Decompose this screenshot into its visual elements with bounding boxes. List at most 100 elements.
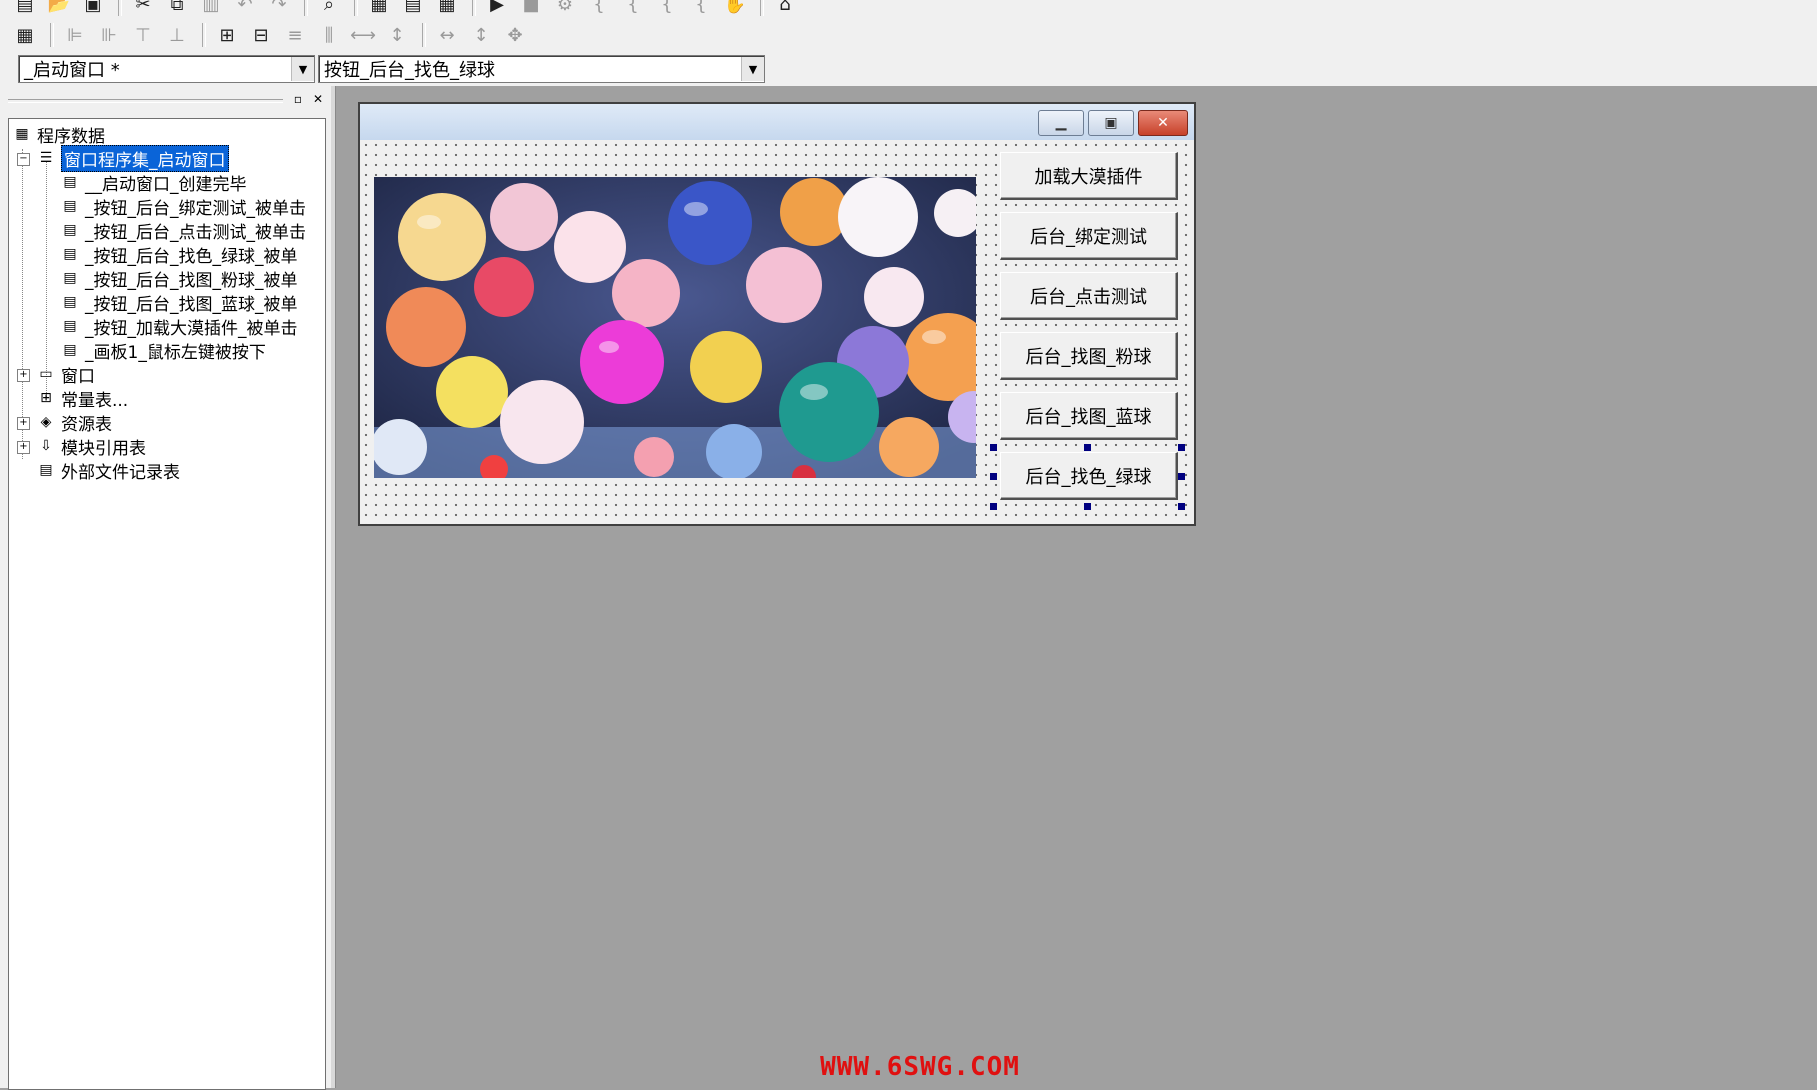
close-icon[interactable]: ✕	[1138, 110, 1188, 136]
watermark-text: WWW.6SWG.COM	[820, 1052, 1020, 1082]
subroutine-icon: ▤	[63, 270, 77, 286]
align-bottom-icon[interactable]: ⊥	[162, 22, 192, 48]
object-combo-value: _启动窗口 *	[24, 60, 120, 81]
paste-icon[interactable]: ▥	[196, 0, 226, 17]
maximize-icon[interactable]: ▣	[1088, 110, 1134, 136]
object-combo[interactable]: _启动窗口 * ▼	[18, 55, 315, 83]
expand-icon[interactable]: +	[17, 369, 30, 382]
same-size-icon[interactable]: ✥	[500, 22, 530, 48]
tree-item-sub[interactable]: ▤ _画板1_鼠标左键被按下	[59, 339, 265, 363]
picture-board-balloons[interactable]	[374, 177, 976, 478]
restore-pane-icon[interactable]: ▫	[291, 92, 305, 106]
align-right-icon[interactable]: ⊪	[94, 22, 124, 48]
subroutine-icon: ▤	[63, 246, 77, 262]
same-width-icon[interactable]: ↔	[432, 22, 462, 48]
subroutine-icon: ▤	[63, 318, 77, 334]
calc-icon[interactable]: ▦	[10, 22, 40, 48]
click-test-button[interactable]: 后台_点击测试	[1000, 272, 1178, 320]
subroutine-icon: ▤	[63, 342, 77, 358]
tree-item-sub[interactable]: ▤ _按钮_后台_找图_蓝球_被单	[59, 291, 297, 315]
tree-item-sub[interactable]: ▤ _按钮_加载大漠插件_被单击	[59, 315, 298, 339]
tree-item-external-files[interactable]: ▤ 外部文件记录表	[35, 459, 180, 483]
space-horizontal-icon[interactable]: ⫼	[314, 22, 344, 48]
debug-4-icon[interactable]: {	[652, 0, 682, 17]
run-icon[interactable]: ▶	[482, 0, 512, 17]
load-dm-plugin-button[interactable]: 加载大漠插件	[1000, 152, 1178, 200]
resources-icon: ◈	[40, 414, 52, 430]
subroutine-icon: ▤	[63, 294, 77, 310]
layout-3-icon[interactable]: ▦	[432, 0, 462, 17]
center-vertical-icon[interactable]: ⊟	[246, 22, 276, 48]
tree-item-label: 窗口	[61, 366, 95, 387]
tree-item-label: _按钮_后台_点击测试_被单击	[85, 222, 306, 243]
minimize-icon[interactable]: ▁	[1038, 110, 1084, 136]
chevron-down-icon[interactable]: ▼	[291, 57, 314, 81]
subroutine-icon: ▤	[63, 222, 77, 238]
distribute-v-icon[interactable]: ↕	[382, 22, 412, 48]
tree-item-sub[interactable]: ▤ _按钮_后台_点击测试_被单击	[59, 219, 306, 243]
tree-item-label: 程序数据	[37, 126, 105, 147]
redo-icon[interactable]: ↷	[264, 0, 294, 17]
tree-item-label: _按钮_后台_绑定测试_被单击	[85, 198, 306, 219]
undo-icon[interactable]: ↶	[230, 0, 260, 17]
save-icon[interactable]: ▣	[78, 0, 108, 17]
method-combo[interactable]: 按钮_后台_找色_绿球 ▼	[318, 55, 765, 83]
tree-item-resources[interactable]: ◈ 资源表	[35, 411, 112, 435]
tree-item-sub[interactable]: ▤ _按钮_后台_绑定测试_被单击	[59, 195, 306, 219]
align-top-icon[interactable]: ⊤	[128, 22, 158, 48]
tree-item-sub[interactable]: ▤ __启动窗口_创建完毕	[59, 171, 246, 195]
stop-icon[interactable]: ■	[516, 0, 546, 17]
tree-item-sub[interactable]: ▤ _按钮_后台_找图_粉球_被单	[59, 267, 297, 291]
panel-caption-bar: ▫ ✕	[0, 88, 330, 112]
center-horizontal-icon[interactable]: ⊞	[212, 22, 242, 48]
copy-icon[interactable]: ⧉	[162, 0, 192, 17]
tree-item-constants[interactable]: ⊞ 常量表...	[35, 387, 128, 411]
program-data-icon: ▦	[15, 126, 29, 142]
form-titlebar[interactable]: ▁ ▣ ✕	[360, 104, 1194, 140]
layout-1-icon[interactable]: ▦	[364, 0, 394, 17]
find-pink-ball-button[interactable]: 后台_找图_粉球	[1000, 332, 1178, 380]
resize-handle[interactable]	[1178, 503, 1185, 510]
open-file-icon[interactable]: 📂	[44, 0, 74, 17]
expand-icon[interactable]: +	[17, 417, 30, 430]
tree-item-root[interactable]: ▦ 程序数据	[11, 123, 105, 147]
space-vertical-icon[interactable]: ≡	[280, 22, 310, 48]
new-file-icon[interactable]: ▤	[10, 0, 40, 17]
resize-handle[interactable]	[990, 503, 997, 510]
tree-item-assembly[interactable]: ☰ 窗口程序集_启动窗口	[35, 144, 229, 172]
resize-handle[interactable]	[990, 473, 997, 480]
chevron-down-icon[interactable]: ▼	[741, 57, 764, 81]
home-icon[interactable]: ⌂	[770, 0, 800, 17]
resize-handle[interactable]	[1178, 473, 1185, 480]
resize-handle[interactable]	[990, 444, 997, 451]
tree-item-label: _按钮_加载大漠插件_被单击	[85, 318, 298, 339]
collapse-icon[interactable]: −	[17, 153, 30, 166]
resize-handle[interactable]	[1178, 444, 1185, 451]
tree-item-window[interactable]: ▭ 窗口	[35, 363, 95, 387]
close-pane-icon[interactable]: ✕	[311, 92, 325, 106]
method-combo-value: 按钮_后台_找色_绿球	[324, 60, 495, 81]
breakpoint-icon[interactable]: ✋	[720, 0, 750, 17]
same-height-icon[interactable]: ↕	[466, 22, 496, 48]
debug-2-icon[interactable]: {	[584, 0, 614, 17]
project-tree[interactable]: ▦ 程序数据 − ☰ 窗口程序集_启动窗口 ▤ __启动窗口_创建完毕 ▤ _按…	[8, 118, 326, 1090]
subroutine-icon: ▤	[63, 198, 77, 214]
caption-grip	[8, 99, 283, 103]
panel-splitter[interactable]	[331, 86, 336, 1088]
layout-2-icon[interactable]: ▤	[398, 0, 428, 17]
debug-5-icon[interactable]: {	[686, 0, 716, 17]
align-left-icon[interactable]: ⊫	[60, 22, 90, 48]
resize-handle[interactable]	[1084, 444, 1091, 451]
debug-3-icon[interactable]: {	[618, 0, 648, 17]
find-icon[interactable]: ⌕	[314, 0, 344, 17]
bind-test-button[interactable]: 后台_绑定测试	[1000, 212, 1178, 260]
distribute-h-icon[interactable]: ⟷	[348, 22, 378, 48]
tree-item-sub[interactable]: ▤ _按钮_后台_找色_绿球_被单	[59, 243, 297, 267]
cut-icon[interactable]: ✂	[128, 0, 158, 17]
find-green-color-button[interactable]: 后台_找色_绿球	[1000, 452, 1178, 500]
debug-1-icon[interactable]: ⚙	[550, 0, 580, 17]
tree-item-modules[interactable]: ⇩ 模块引用表	[35, 435, 146, 459]
find-blue-ball-button[interactable]: 后台_找图_蓝球	[1000, 392, 1178, 440]
resize-handle[interactable]	[1084, 503, 1091, 510]
expand-icon[interactable]: +	[17, 441, 30, 454]
